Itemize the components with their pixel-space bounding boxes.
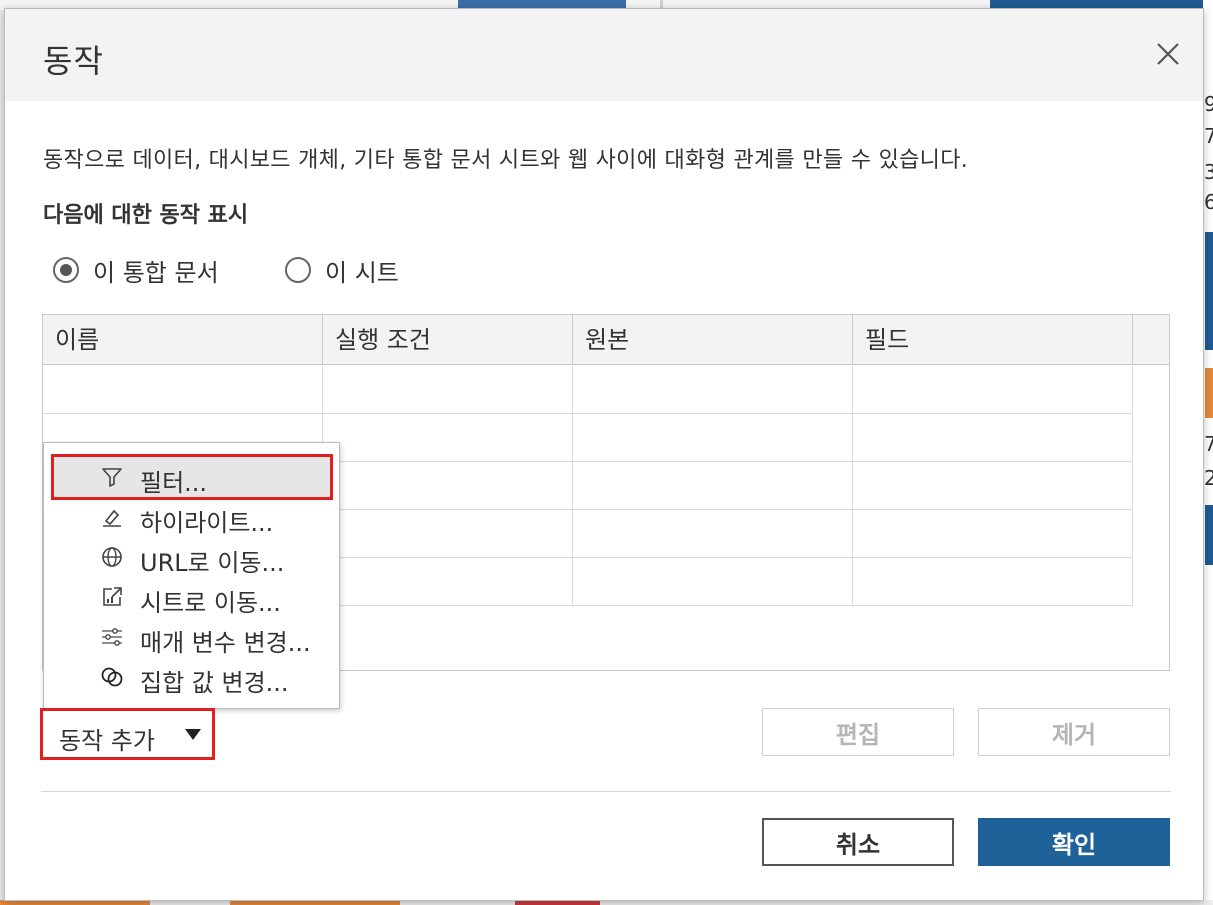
table-cell bbox=[853, 414, 1133, 462]
dialog-titlebar: 동작 bbox=[5, 9, 1203, 101]
table-cell bbox=[573, 414, 853, 462]
globe-icon bbox=[102, 547, 122, 567]
background-bar bbox=[1205, 368, 1213, 418]
highlight-icon bbox=[103, 509, 121, 527]
table-cell bbox=[323, 462, 573, 510]
menu-item-label: 집합 값 변경... bbox=[140, 669, 289, 697]
show-actions-label: 다음에 대한 동작 표시 bbox=[43, 203, 249, 228]
menu-item-label: URL로 이동... bbox=[140, 549, 285, 577]
column-header-name[interactable]: 이름 bbox=[43, 315, 323, 365]
menu-item-change-parameter[interactable]: 매개 변수 변경... bbox=[54, 617, 330, 657]
table-cell bbox=[323, 510, 573, 558]
radio-label: 이 통합 문서 bbox=[93, 258, 219, 287]
radio-checked-icon bbox=[53, 257, 79, 283]
menu-item-label: 시트로 이동... bbox=[140, 589, 281, 617]
table-cell bbox=[43, 366, 323, 414]
column-header-run-on[interactable]: 실행 조건 bbox=[323, 315, 573, 365]
remove-button[interactable]: 제거 bbox=[978, 708, 1170, 756]
radio-this-workbook[interactable]: 이 통합 문서 bbox=[53, 254, 219, 287]
dialog-title: 동작 bbox=[43, 42, 104, 80]
background-text: 9 bbox=[1204, 92, 1213, 116]
add-action-button[interactable]: 동작 추가 bbox=[40, 708, 215, 760]
background-bar bbox=[1205, 505, 1213, 565]
ok-button[interactable]: 확인 bbox=[978, 818, 1170, 866]
table-cell bbox=[573, 462, 853, 510]
background-text: 7 bbox=[1204, 124, 1213, 148]
background-text: 7 bbox=[1204, 432, 1213, 456]
background-tab bbox=[990, 0, 1213, 8]
menu-item-label: 매개 변수 변경... bbox=[140, 629, 311, 657]
menu-item-go-to-url[interactable]: URL로 이동... bbox=[54, 537, 330, 577]
dialog-description: 동작으로 데이터, 대시보드 개체, 기타 통합 문서 시트와 웹 사이에 대화… bbox=[43, 148, 969, 173]
menu-item-filter[interactable]: 필터... bbox=[51, 454, 333, 500]
radio-this-sheet[interactable]: 이 시트 bbox=[285, 254, 399, 287]
cancel-button[interactable]: 취소 bbox=[762, 818, 954, 866]
close-button[interactable] bbox=[1153, 39, 1183, 69]
close-icon bbox=[1157, 43, 1179, 65]
set-icon bbox=[101, 667, 123, 687]
add-action-menu: 필터... 하이라이트... URL로 이동... 시트로 이동... 매개 변… bbox=[43, 442, 340, 709]
table-cell bbox=[573, 558, 853, 606]
background-text: 6 bbox=[1204, 190, 1213, 214]
sheet-link-icon bbox=[103, 587, 122, 606]
table-cell bbox=[573, 510, 853, 558]
table-cell bbox=[853, 558, 1133, 606]
table-cell bbox=[853, 510, 1133, 558]
menu-item-change-set-values[interactable]: 집합 값 변경... bbox=[54, 657, 330, 697]
radio-label: 이 시트 bbox=[325, 258, 399, 287]
actions-dialog: 동작 동작으로 데이터, 대시보드 개체, 기타 통합 문서 시트와 웹 사이에… bbox=[4, 8, 1204, 901]
footer-divider bbox=[41, 791, 1171, 792]
table-cell bbox=[323, 366, 573, 414]
column-header-source[interactable]: 원본 bbox=[573, 315, 853, 365]
background-bar bbox=[1205, 232, 1213, 350]
table-cell bbox=[573, 366, 853, 414]
table-header: 이름 실행 조건 원본 필드 bbox=[43, 315, 1169, 365]
table-cell bbox=[853, 366, 1133, 414]
table-cell bbox=[323, 414, 573, 462]
filter-icon bbox=[102, 468, 122, 487]
menu-item-go-to-sheet[interactable]: 시트로 이동... bbox=[54, 577, 330, 617]
background-tab bbox=[458, 0, 626, 8]
menu-item-label: 필터... bbox=[140, 469, 208, 497]
table-cell bbox=[853, 462, 1133, 510]
table-cell bbox=[323, 558, 573, 606]
column-header-fields[interactable]: 필드 bbox=[853, 315, 1133, 365]
menu-item-highlight[interactable]: 하이라이트... bbox=[54, 497, 330, 537]
sliders-icon bbox=[102, 628, 122, 646]
table-row bbox=[43, 366, 1133, 414]
menu-item-label: 하이라이트... bbox=[140, 509, 274, 537]
background-text: 3 bbox=[1204, 160, 1213, 184]
caret-down-icon bbox=[185, 729, 201, 740]
add-action-label: 동작 추가 bbox=[59, 727, 155, 755]
edit-button[interactable]: 편집 bbox=[762, 708, 954, 756]
background-text: 2 bbox=[1204, 466, 1213, 490]
radio-unchecked-icon bbox=[285, 257, 311, 283]
